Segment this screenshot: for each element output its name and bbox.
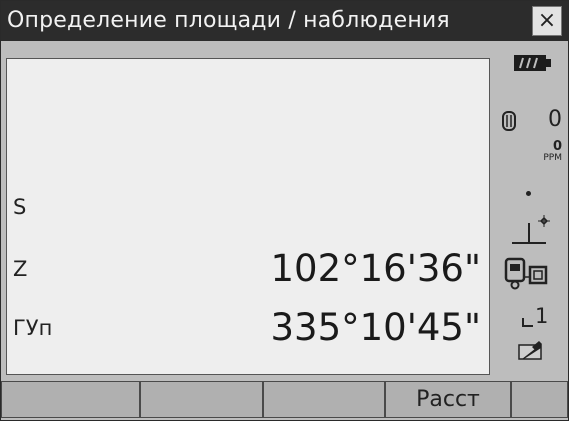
input-mode-icon [518, 339, 544, 365]
horizontal-angle-label: ГУп [13, 316, 53, 340]
zenith-angle-value: 102°16'36" [270, 247, 481, 290]
face-indicator-value: 1 [535, 304, 549, 328]
tilt-icon [510, 215, 554, 251]
battery-icon [514, 53, 552, 77]
face-icon [522, 313, 534, 332]
softkey-5[interactable] [511, 381, 568, 418]
measurement-row-z: Z 102°16'36" [7, 247, 489, 293]
instrument-icon [504, 257, 552, 295]
softkey-distance[interactable]: Расст [385, 381, 511, 418]
softkey-2[interactable] [140, 381, 263, 418]
measurement-row-hr: ГУп 335°10'45" [7, 306, 489, 352]
window-title: Определение площади / наблюдения [7, 8, 450, 33]
horizontal-angle-value: 335°10'45" [270, 306, 481, 349]
close-button[interactable]: × [532, 6, 562, 36]
ppm-unit: PPM [543, 153, 562, 163]
softkey-1[interactable] [1, 381, 140, 418]
prism-constant-value: 0 [548, 107, 562, 132]
softkey-bar: Расст [1, 378, 568, 420]
zenith-angle-label: Z [13, 257, 28, 281]
status-bar: 0 0 PPM 1 [492, 43, 568, 373]
softkey-3[interactable] [263, 381, 385, 418]
measurement-row-s: S [7, 187, 489, 231]
prism-icon [500, 110, 520, 136]
slope-distance-label: S [13, 195, 27, 219]
ppm-value: 0 [552, 139, 562, 154]
dialog-window: Определение площади / наблюдения × S Z 1… [0, 0, 569, 421]
measurement-panel: S Z 102°16'36" ГУп 335°10'45" [6, 58, 490, 375]
signal-dot-icon [526, 191, 531, 196]
title-bar: Определение площади / наблюдения × [1, 1, 568, 41]
